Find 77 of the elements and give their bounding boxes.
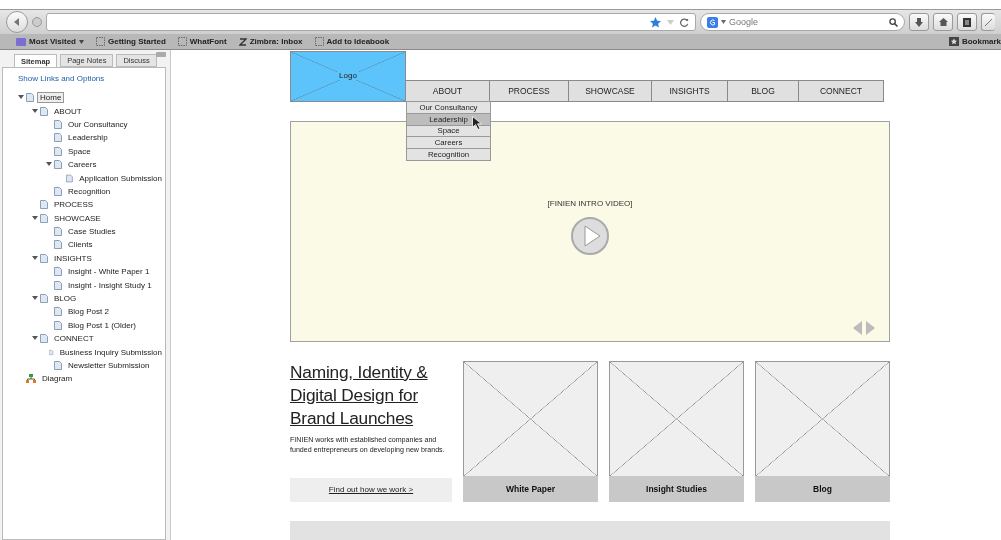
tree-item[interactable]: Careers [65, 159, 100, 171]
bookmark-star-icon [948, 37, 959, 46]
bookmark-link[interactable]: WhatFont [189, 37, 227, 46]
search-field[interactable]: Google [700, 13, 905, 31]
page-icon [96, 37, 105, 46]
collapse-arrow-icon[interactable] [46, 162, 52, 168]
tree-item[interactable]: Case Studies [65, 226, 119, 238]
dropdown-arrow-icon[interactable] [721, 20, 726, 24]
zimbra-z-icon [238, 37, 247, 46]
tree-item[interactable]: Blog Post 1 (Older) [65, 319, 140, 331]
folder-icon [16, 37, 26, 46]
page-icon [177, 37, 187, 46]
globe-icon [32, 17, 42, 27]
panel-grip-handle[interactable] [156, 52, 166, 57]
collapse-arrow-icon[interactable] [32, 215, 38, 221]
nav-item[interactable]: INSIGHTS [651, 80, 728, 102]
star-icon[interactable] [650, 16, 661, 28]
tree-item[interactable]: Application Submission [76, 172, 165, 184]
tool-icon [985, 18, 992, 26]
bookmark-link[interactable]: Zimbra: Inbox [249, 37, 303, 46]
nav-item[interactable]: SHOWCASE [568, 80, 652, 102]
home-icon [938, 18, 948, 26]
logo-text: Logo [337, 71, 359, 80]
tree-item[interactable]: PROCESS [51, 199, 97, 211]
search-icon[interactable] [889, 17, 898, 27]
tree-item[interactable]: Our Consultancy [65, 118, 131, 130]
download-button[interactable] [909, 13, 929, 31]
nav-item[interactable]: PROCESS [489, 80, 569, 102]
tree-item[interactable]: Clients [65, 239, 96, 251]
diagram-icon [26, 374, 36, 384]
tree-item[interactable]: Business Inquiry Submission [56, 346, 165, 358]
show-links-link[interactable]: Show Links and Options [18, 74, 165, 83]
card-label[interactable]: Blog [755, 475, 890, 502]
page-icon [314, 37, 324, 46]
window-icon [963, 17, 971, 27]
tree-item[interactable]: Leadership [65, 132, 111, 144]
search-placeholder: Google [729, 17, 760, 27]
tree-item[interactable]: Diagram [39, 373, 76, 385]
bookmark-link[interactable]: Most Visited [29, 37, 76, 46]
nav-item[interactable]: CONNECT [798, 80, 884, 102]
tree-item[interactable]: CONNECT [51, 333, 97, 345]
tree-item[interactable]: Space [65, 145, 94, 157]
bookmark-link[interactable]: Add to Ideabook [326, 37, 390, 46]
back-button[interactable] [6, 11, 28, 33]
toolbar-button[interactable] [957, 13, 977, 31]
tree-item[interactable]: ABOUT [51, 105, 85, 117]
address-field[interactable] [46, 13, 696, 31]
collapse-arrow-icon[interactable] [32, 336, 38, 342]
collapse-arrow-icon[interactable] [18, 95, 24, 101]
nav-item[interactable]: BLOG [727, 80, 799, 102]
cursor-arrow-icon [472, 115, 482, 130]
tree-item[interactable]: Newsletter Submission [65, 360, 153, 371]
tree-item[interactable]: Blog Post 2 [65, 306, 112, 318]
dropdown-arrow-icon[interactable] [79, 39, 84, 44]
tree-item[interactable]: Insight - Insight Study 1 [65, 279, 155, 291]
home-button[interactable] [933, 13, 953, 31]
collapse-arrow-icon[interactable] [32, 296, 38, 302]
collapse-arrow-icon[interactable] [32, 255, 38, 261]
tree-item[interactable]: Home [37, 92, 65, 104]
reload-icon[interactable] [680, 17, 689, 27]
bookmarks-menu[interactable]: Bookmark [961, 37, 1001, 46]
back-arrow-icon [13, 18, 21, 26]
find-out-link[interactable]: Find out how we work > [290, 477, 452, 502]
tree-item[interactable]: Recognition [65, 185, 114, 197]
bookmark-link[interactable]: Getting Started [108, 37, 166, 46]
card-label[interactable]: Insight Studies [609, 475, 744, 502]
collapse-arrow-icon[interactable] [32, 108, 38, 114]
tree-item[interactable]: Insight - White Paper 1 [65, 266, 153, 278]
google-g-icon [707, 16, 718, 28]
tree-item[interactable]: SHOWCASE [51, 212, 104, 224]
card-label[interactable]: White Paper [463, 475, 598, 502]
tree-item[interactable]: INSIGHTS [51, 252, 95, 264]
down-arrow-icon [915, 17, 923, 27]
headline: Naming, Identity & Digital Design for Brand Launches [290, 360, 429, 430]
video-label: [FINIEN INTRO VIDEO] [547, 199, 633, 208]
nav-item[interactable]: ABOUT [405, 80, 490, 102]
tree-item[interactable]: BLOG [51, 293, 80, 305]
